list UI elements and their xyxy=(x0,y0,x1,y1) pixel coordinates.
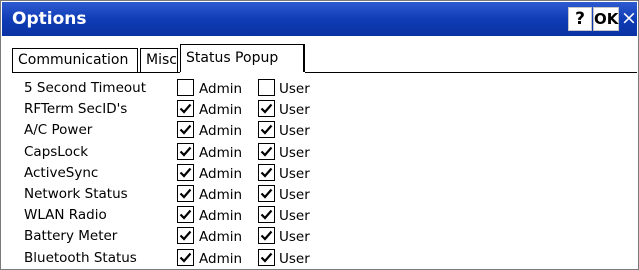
user-label: User xyxy=(279,102,310,118)
setting-row: WLAN Radio Admin User xyxy=(1,206,639,226)
admin-checkbox[interactable] xyxy=(177,164,194,181)
user-label: User xyxy=(279,166,310,182)
setting-row: 5 Second Timeout Admin User xyxy=(1,79,639,99)
setting-label: CapsLock xyxy=(24,144,89,160)
tab-status-popup[interactable]: Status Popup xyxy=(180,44,305,72)
user-checkbox[interactable] xyxy=(258,206,275,223)
admin-label: Admin xyxy=(199,166,243,182)
ok-button[interactable]: OK xyxy=(593,7,619,31)
user-label: User xyxy=(279,187,310,203)
setting-row: A/C Power Admin User xyxy=(1,121,639,141)
admin-checkbox[interactable] xyxy=(177,206,194,223)
window-title: Options xyxy=(12,9,87,29)
admin-label: Admin xyxy=(199,208,243,224)
setting-label: Bluetooth Status xyxy=(24,250,137,266)
setting-row: CapsLock Admin User xyxy=(1,143,639,163)
admin-checkbox[interactable] xyxy=(177,100,194,117)
setting-row: RFTerm SecID's Admin User xyxy=(1,100,639,120)
user-label: User xyxy=(279,251,310,267)
setting-row: Bluetooth Status Admin User xyxy=(1,249,639,269)
admin-checkbox[interactable] xyxy=(177,121,194,138)
admin-checkbox[interactable] xyxy=(177,79,194,96)
admin-label: Admin xyxy=(199,187,243,203)
admin-label: Admin xyxy=(199,145,243,161)
admin-checkbox[interactable] xyxy=(177,185,194,202)
tab-misc[interactable]: Misc xyxy=(140,48,178,72)
user-checkbox[interactable] xyxy=(258,185,275,202)
tab-divider xyxy=(12,72,180,73)
user-checkbox[interactable] xyxy=(258,249,275,266)
tab-divider xyxy=(305,72,637,73)
admin-label: Admin xyxy=(199,251,243,267)
user-label: User xyxy=(279,81,310,97)
user-checkbox[interactable] xyxy=(258,227,275,244)
setting-label: Battery Meter xyxy=(24,228,118,244)
setting-label: 5 Second Timeout xyxy=(24,80,147,96)
setting-row: ActiveSync Admin User xyxy=(1,164,639,184)
close-button[interactable]: × xyxy=(620,7,638,31)
admin-checkbox[interactable] xyxy=(177,249,194,266)
setting-label: RFTerm SecID's xyxy=(24,101,128,117)
setting-label: ActiveSync xyxy=(24,165,99,181)
title-bar: Options ? OK × xyxy=(2,2,637,36)
user-checkbox[interactable] xyxy=(258,164,275,181)
admin-label: Admin xyxy=(199,81,243,97)
user-checkbox[interactable] xyxy=(258,100,275,117)
user-label: User xyxy=(279,145,310,161)
admin-checkbox[interactable] xyxy=(177,143,194,160)
tab-communication[interactable]: Communication xyxy=(12,48,138,72)
admin-label: Admin xyxy=(199,123,243,139)
admin-label: Admin xyxy=(199,102,243,118)
user-label: User xyxy=(279,123,310,139)
user-checkbox[interactable] xyxy=(258,121,275,138)
admin-label: Admin xyxy=(199,229,243,245)
setting-label: A/C Power xyxy=(24,122,93,138)
options-window: Options ? OK × Communication Misc Status… xyxy=(0,0,639,270)
user-checkbox[interactable] xyxy=(258,143,275,160)
setting-label: WLAN Radio xyxy=(24,207,107,223)
user-label: User xyxy=(279,208,310,224)
setting-row: Battery Meter Admin User xyxy=(1,227,639,247)
user-label: User xyxy=(279,229,310,245)
setting-row: Network Status Admin User xyxy=(1,185,639,205)
user-checkbox[interactable] xyxy=(258,79,275,96)
admin-checkbox[interactable] xyxy=(177,227,194,244)
help-button[interactable]: ? xyxy=(568,7,592,31)
setting-label: Network Status xyxy=(24,186,128,202)
